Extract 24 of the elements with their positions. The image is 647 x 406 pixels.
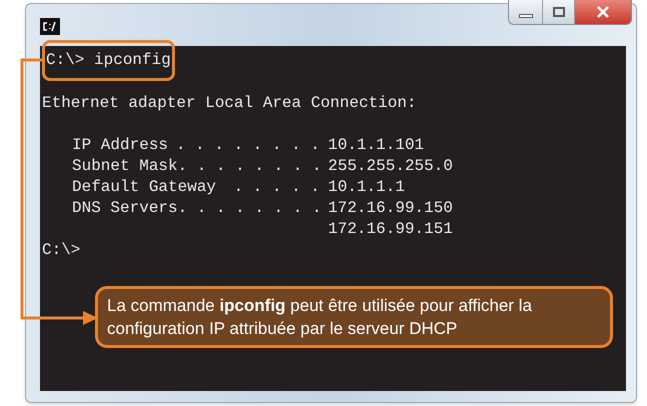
dot-leader: . . . . . . . .	[178, 198, 322, 219]
console-icon	[40, 18, 60, 35]
field-label: IP Address	[72, 135, 168, 156]
callout: La commande ipconfig peut être utilisée pour afficher la configuration IP attribuée par le serveur DHCP	[95, 286, 613, 348]
field-value: 255.255.255.0	[328, 156, 453, 177]
dot-leader: . . . . .	[234, 177, 320, 198]
maximize-button[interactable]	[543, 0, 575, 24]
close-button[interactable]	[575, 0, 631, 24]
field-value: 10.1.1.101	[328, 135, 424, 156]
maximize-icon	[552, 7, 564, 17]
field-value: 172.16.99.150	[328, 198, 453, 219]
field-value: 10.1.1.1	[328, 177, 405, 198]
command-prompt: C:\>	[42, 240, 80, 261]
field-value: 172.16.99.151	[328, 219, 453, 240]
minimize-button[interactable]	[509, 0, 543, 24]
close-icon	[596, 6, 610, 18]
minimize-icon	[518, 14, 532, 18]
field-label: Subnet Mask	[72, 156, 178, 177]
dot-leader: . . . . . . . .	[178, 156, 322, 177]
field-label: Default Gateway	[72, 177, 216, 198]
highlighted-command: C:\> ipconfig	[42, 40, 175, 81]
dot-leader: . . . . . . . .	[176, 135, 320, 156]
field-label: DNS Servers	[72, 198, 178, 219]
adapter-heading: Ethernet adapter Local Area Connection:	[42, 93, 416, 114]
